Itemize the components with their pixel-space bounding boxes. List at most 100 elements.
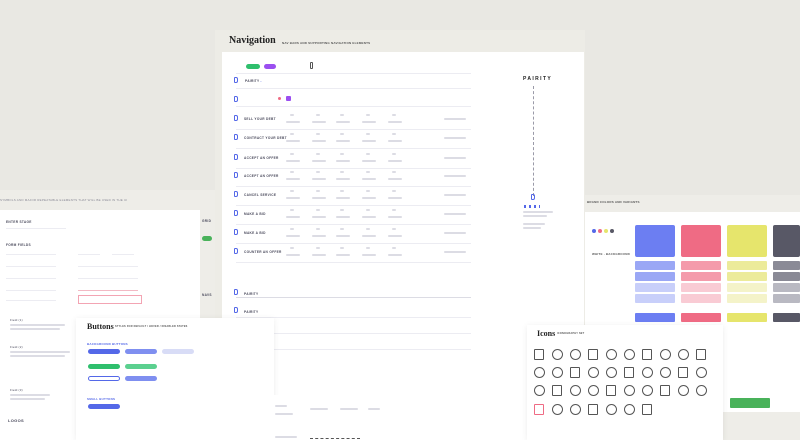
glyph-icon[interactable] [552,385,562,396]
glyph-icon[interactable] [606,385,616,396]
glyph-icon[interactable] [534,385,545,396]
nav-row-link[interactable] [312,140,326,142]
outline-button[interactable] [88,376,120,381]
social-icons[interactable] [524,205,540,208]
glyph-icon[interactable] [696,349,706,360]
small-button[interactable] [88,404,120,409]
glyph-icon[interactable] [678,349,689,360]
nav-row-link[interactable] [312,216,326,218]
nav-row-link[interactable] [336,140,350,142]
glyph-icon[interactable] [570,349,581,360]
bottom-pairity-logo-2[interactable] [234,307,238,313]
glyph-icon[interactable] [696,367,707,378]
nav-row-link[interactable] [388,140,402,142]
nav-row-link[interactable] [388,121,402,123]
bottom-nav-brand-2[interactable]: PAIRITY [244,310,258,314]
glyph-icon[interactable] [642,385,653,396]
nav-row-link[interactable] [362,235,376,237]
glyph-icon[interactable] [678,367,688,378]
nav-row-action[interactable] [444,194,466,196]
menu-icon[interactable] [310,62,313,69]
nav-row-link[interactable] [312,178,326,180]
glyph-icon[interactable] [678,385,689,396]
glyph-icon[interactable] [534,349,544,360]
nav-row-link[interactable] [336,160,350,162]
bottom-nav-brand-1[interactable]: PAIRITY [244,292,258,296]
nav-row-action[interactable] [444,137,466,139]
nav-row-action[interactable] [444,118,466,120]
glyph-icon[interactable] [660,349,671,360]
nav-row-link[interactable] [286,121,300,123]
nav-row-action[interactable] [444,232,466,234]
glyph-icon[interactable] [552,404,563,415]
primary-button-hover[interactable] [125,349,157,354]
nav-row-link[interactable] [286,216,300,218]
glyph-icon[interactable] [570,404,581,415]
glyph-icon[interactable] [624,404,635,415]
nav-row-link[interactable] [362,178,376,180]
primary-button[interactable] [88,349,120,354]
glyph-icon[interactable] [660,385,670,396]
nav-row-link[interactable] [362,160,376,162]
nav-row-link[interactable] [336,216,350,218]
glyph-icon[interactable] [642,367,653,378]
nav-row-action[interactable] [444,213,466,215]
nav-row-link[interactable] [312,121,326,123]
nav-row-link[interactable] [312,160,326,162]
glyph-icon[interactable] [606,404,617,415]
pairity-logo-icon-2[interactable] [234,96,238,102]
nav-row-link[interactable] [362,216,376,218]
nav-row-action[interactable] [444,157,466,159]
glyph-icon[interactable] [624,349,635,360]
nav-row-link[interactable] [286,140,300,142]
nav-row-link[interactable] [362,254,376,256]
glyph-icon[interactable] [606,349,617,360]
glyph-icon[interactable] [570,367,580,378]
glyph-icon[interactable] [642,404,652,415]
glyph-icon[interactable] [696,385,707,396]
pairity-logo-icon[interactable] [234,77,238,83]
glyph-icon[interactable] [552,367,563,378]
glyph-icon[interactable] [552,349,563,360]
nav-row-link[interactable] [388,160,402,162]
nav-brand-subtext[interactable]: ~ [260,79,262,83]
nav-row-link[interactable] [336,121,350,123]
nav-row-link[interactable] [336,178,350,180]
outline-button-hover[interactable] [125,376,157,381]
nav-row-link[interactable] [362,140,376,142]
bottom-pairity-logo[interactable] [234,289,238,295]
success-button-hover[interactable] [125,364,157,369]
glyph-icon[interactable] [642,349,652,360]
nav-row-link[interactable] [388,254,402,256]
nav-row-link[interactable] [312,235,326,237]
nav-row-link[interactable] [286,197,300,199]
glyph-icon[interactable] [534,404,544,415]
nav-row-link[interactable] [286,178,300,180]
toggle-switch[interactable] [202,236,212,241]
nav-row-action[interactable] [444,175,466,177]
glyph-icon[interactable] [534,367,545,378]
glyph-icon[interactable] [588,349,598,360]
nav-row-link[interactable] [336,235,350,237]
nav-row-link[interactable] [388,216,402,218]
nav-row-link[interactable] [362,197,376,199]
nav-row-link[interactable] [362,121,376,123]
nav-row-link[interactable] [312,254,326,256]
nav-row-link[interactable] [336,254,350,256]
glyph-icon[interactable] [570,385,581,396]
nav-row-action[interactable] [444,251,466,253]
glyph-icon[interactable] [588,404,598,415]
error-input-field[interactable] [78,295,142,304]
nav-row-link[interactable] [388,235,402,237]
nav-row-link[interactable] [312,197,326,199]
nav-row-link[interactable] [388,197,402,199]
nav-row-link[interactable] [286,235,300,237]
primary-button-disabled[interactable] [162,349,194,354]
notification-icon[interactable] [278,97,281,100]
nav-row-link[interactable] [336,197,350,199]
menu-badge-icon[interactable] [286,96,291,101]
nav-pill-green[interactable] [246,64,260,69]
nav-brand[interactable]: PAIRITY [245,79,259,83]
glyph-icon[interactable] [588,385,599,396]
glyph-icon[interactable] [588,367,599,378]
